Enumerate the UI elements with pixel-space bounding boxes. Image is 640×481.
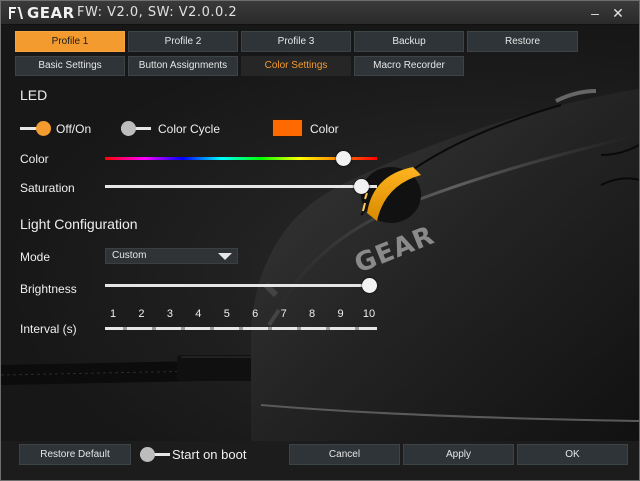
- interval-label: Interval (s): [20, 322, 77, 336]
- color-cycle-toggle[interactable]: [121, 121, 153, 137]
- brightness-bar: [105, 284, 377, 287]
- brightness-slider[interactable]: [105, 278, 377, 294]
- settings-tab-1[interactable]: Basic Settings: [15, 56, 125, 76]
- color-slider-label: Color: [20, 152, 49, 166]
- apply-button[interactable]: Apply: [403, 444, 514, 465]
- fnatic-logo-icon: [9, 7, 23, 19]
- mode-select[interactable]: Custom: [105, 248, 238, 264]
- interval-bar: [105, 327, 377, 330]
- title-bar: GEAR FW: V2.0, SW: V2.0.0.2 – ✕: [1, 1, 639, 25]
- brightness-label: Brightness: [20, 282, 77, 296]
- profile-tab-4[interactable]: Backup: [354, 31, 464, 52]
- off-on-label: Off/On: [56, 122, 92, 136]
- mouse-drawing: GEAR: [1, 89, 639, 441]
- logo-text: GEAR: [27, 4, 75, 22]
- settings-tab-4[interactable]: Macro Recorder: [354, 56, 464, 76]
- led-off-on-toggle[interactable]: [20, 121, 52, 137]
- color-label: Color: [310, 122, 339, 136]
- mouse-illustration: GEAR: [1, 25, 639, 441]
- cancel-button[interactable]: Cancel: [289, 444, 400, 465]
- toggle-knob: [140, 447, 155, 462]
- interval-tick-label: 10: [362, 308, 376, 320]
- profile-tab-1[interactable]: Profile 1: [15, 31, 125, 52]
- interval-tick-label: 5: [223, 308, 230, 320]
- color-swatch[interactable]: [272, 119, 303, 137]
- minimize-button[interactable]: –: [586, 4, 604, 22]
- color-cycle-label: Color Cycle: [158, 122, 221, 136]
- interval-tick-label: 6: [252, 308, 259, 320]
- interval-slider[interactable]: [105, 321, 377, 337]
- led-heading: LED: [20, 87, 48, 103]
- profile-tab-2[interactable]: Profile 2: [128, 31, 238, 52]
- footer-bar: Restore Default Start on boot Cancel App…: [1, 441, 639, 480]
- chevron-down-icon: [218, 253, 232, 260]
- toggle-knob: [36, 121, 51, 136]
- slider-thumb[interactable]: [362, 278, 377, 293]
- settings-tab-3[interactable]: Color Settings: [241, 56, 351, 76]
- version-text: FW: V2.0, SW: V2.0.0.2: [77, 5, 238, 20]
- interval-tick-label: 1: [109, 308, 117, 320]
- profile-tab-5[interactable]: Restore: [467, 31, 578, 52]
- interval-tick-label: 4: [195, 308, 202, 320]
- slider-thumb[interactable]: [336, 151, 352, 166]
- app-logo: GEAR: [7, 4, 75, 22]
- restore-default-button[interactable]: Restore Default: [19, 444, 131, 465]
- saturation-bar: [105, 185, 377, 188]
- slider-thumb[interactable]: [354, 179, 370, 194]
- saturation-slider[interactable]: [105, 179, 377, 195]
- start-on-boot-label: Start on boot: [172, 447, 247, 462]
- ok-button[interactable]: OK: [517, 444, 628, 465]
- mode-value: Custom: [112, 250, 147, 261]
- interval-tick-label: 3: [166, 308, 173, 320]
- saturation-label: Saturation: [20, 181, 75, 195]
- interval-tick-label: 2: [138, 308, 145, 320]
- interval-tick-label: 7: [280, 308, 287, 320]
- settings-tab-2[interactable]: Button Assignments: [128, 56, 238, 76]
- color-hue-slider[interactable]: [105, 151, 377, 167]
- close-button[interactable]: ✕: [609, 4, 627, 22]
- interval-tick-label: 8: [309, 308, 316, 320]
- profile-tab-3[interactable]: Profile 3: [241, 31, 351, 52]
- light-config-heading: Light Configuration: [20, 216, 138, 232]
- toggle-knob: [121, 121, 136, 136]
- start-on-boot-toggle[interactable]: [140, 447, 172, 463]
- interval-tick-label: 9: [337, 308, 344, 320]
- mode-label: Mode: [20, 250, 51, 264]
- app-window: GEAR FW: V2.0, SW: V2.0.0.2 – ✕ GEAR Pro…: [0, 0, 640, 481]
